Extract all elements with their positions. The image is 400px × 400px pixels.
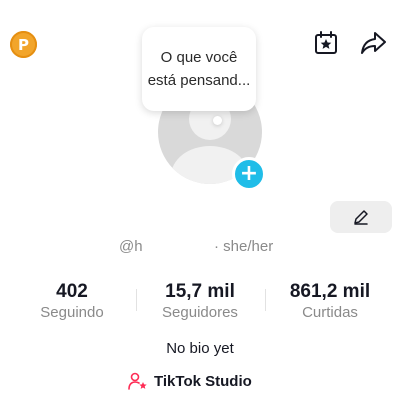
thought-bubble-tail (213, 116, 222, 125)
coin-label: P (18, 35, 29, 54)
stat-divider (136, 289, 137, 311)
edit-profile-button[interactable] (330, 201, 392, 233)
tiktok-studio-link[interactable]: TikTok Studio (128, 370, 252, 392)
pencil-icon (354, 210, 368, 225)
followers-label: Seguidores (162, 304, 238, 321)
handle-row: @h · she/her (0, 236, 400, 258)
following-label: Seguindo (40, 304, 104, 321)
thought-bubble-text: O que você está pensand... (147, 49, 251, 89)
add-avatar-button[interactable]: + (232, 157, 266, 191)
followers-count: 15,7 mil (165, 281, 235, 302)
person-star-icon (128, 372, 147, 390)
likes-count: 861,2 mil (289, 281, 371, 302)
plus-icon: + (239, 161, 259, 186)
thought-bubble[interactable]: O que você está pensand... (142, 27, 256, 111)
username[interactable]: @h (119, 238, 143, 255)
stat-followers[interactable]: 15,7 mil Seguidores (145, 281, 255, 323)
stat-following[interactable]: 402 Seguindo (17, 281, 127, 323)
profile-screen: P + O que você está pensand... @h · she/… (0, 0, 400, 400)
following-count: 402 (56, 281, 88, 302)
pronouns: · she/her (214, 238, 274, 255)
stat-likes[interactable]: 861,2 mil Curtidas (275, 281, 385, 323)
calendar-star-icon[interactable] (311, 28, 341, 58)
tiktok-studio-label: TikTok Studio (154, 372, 252, 390)
stat-divider (265, 289, 266, 311)
coin-icon[interactable]: P (10, 31, 37, 58)
bio-text[interactable]: No bio yet (0, 340, 400, 357)
likes-label: Curtidas (302, 304, 358, 321)
share-arrow-icon[interactable] (359, 28, 389, 58)
